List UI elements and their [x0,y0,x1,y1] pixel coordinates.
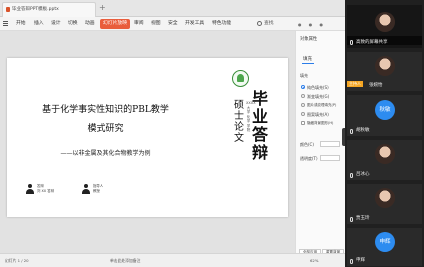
participant-avatar [375,188,395,208]
mic-icon [350,258,353,264]
participant-avatar [375,56,395,76]
menu-design[interactable]: 设计 [51,19,61,29]
fill-section-label[interactable]: 填充 [300,73,308,78]
window-controls-icon[interactable]: ● ● ● [298,22,326,27]
host-badge: 主持人 [347,81,363,87]
slide[interactable]: 基于化学事实性知识的PBL教学 模式研究 ——以非金属及其化合物教学为例 答辩 … [7,58,288,217]
slide-title: 基于化学事实性知识的PBL教学 模式研究 [7,104,204,136]
zoom-level[interactable]: 62% [310,258,318,263]
object-properties-panel: 对象属性 填充 填充 纯色填充(S) 渐变填充(G) 图片或纹理填充(P) 图案… [295,31,345,256]
color-picker[interactable] [320,141,340,147]
slide-counter: 幻灯片 1 / 20 [5,258,29,263]
slide-title-line-2: 模式研究 [87,124,124,134]
option-solid-fill[interactable]: 纯色填充(S) [307,85,329,90]
university-logo [232,70,249,87]
radio-gradient-fill[interactable] [301,94,305,98]
transparency-label: 透明度(T) [300,156,318,161]
defense-title: 毕业答辩 [251,89,268,162]
menu-insert[interactable]: 插入 [34,19,44,29]
radio-pattern-fill[interactable] [301,112,305,116]
menu-animation[interactable]: 动画 [85,19,95,29]
notes-placeholder[interactable]: 单击此处添加备注 [110,258,140,263]
document-tab-label: 毕业答辩PPT模板.pptx [12,7,59,12]
mic-icon [350,128,353,134]
menu-transition[interactable]: 切换 [68,19,78,29]
participant-avatar [375,144,395,164]
participant-name: 贾玉玲 [356,216,370,221]
thesis-type-title: 硕士论文 [234,100,244,144]
advisor-label: 指导人 [93,184,104,188]
document-tab[interactable]: 毕业答辩PPT模板.pptx [2,2,96,17]
meeting-sidebar: 高致的屏幕共享 主持人 张婉怡 秋敏 胡秋敏 吕冰心 贾玉玲 申辉 申辉 [345,0,424,267]
sharer-avatar [375,12,395,32]
participant-name: 张婉怡 [369,83,383,88]
active-tab-indicator [302,63,314,64]
color-label: 颜色(C) [300,142,314,147]
participant-tile[interactable]: 贾玉玲 [347,184,422,224]
option-gradient-fill[interactable]: 渐变填充(G) [307,94,329,99]
status-bar: 幻灯片 1 / 20 单击此处添加备注 62% [0,253,345,267]
radio-solid-fill[interactable] [301,85,305,89]
menu-slideshow[interactable]: 幻灯片放映 [100,19,130,29]
participant-avatar: 申辉 [375,232,395,252]
mic-icon [350,172,353,178]
search-icon[interactable] [257,21,262,26]
panel-tab-fill[interactable]: 填充 [303,56,312,62]
new-tab-icon[interactable]: + [99,3,106,13]
option-pattern-fill[interactable]: 图案填充(A) [307,112,329,117]
ribbon-menu: 开始 插入 设计 切换 动画 幻灯片放映 审阅 视图 安全 开发工具 特色功能 … [0,17,345,31]
participant-name: 胡秋敏 [356,128,370,133]
radio-picture-fill[interactable] [301,103,305,107]
option-hide-background[interactable]: 隐藏背景图形(H) [307,121,333,126]
slide-title-line-1: 基于化学事实性知识的PBL教学 [42,105,169,115]
menu-developer[interactable]: 开发工具 [185,19,204,29]
presentation-app: 毕业答辩PPT模板.pptx + 开始 插入 设计 切换 动画 幻灯片放映 审阅… [0,0,345,267]
presenter-name: 刘 XX 答辩 [37,189,54,193]
menu-view[interactable]: 视图 [151,19,161,29]
advisor-icon [82,184,90,194]
participant-avatar: 秋敏 [375,100,395,120]
menu-review[interactable]: 审阅 [134,19,144,29]
participant-tile[interactable]: 主持人 张婉怡 [347,52,422,91]
advisor-name: 教授 [93,189,100,193]
mic-icon [350,40,353,45]
option-picture-fill[interactable]: 图片或纹理填充(P) [307,103,336,108]
menu-features[interactable]: 特色功能 [212,19,231,29]
participant-name: 吕冰心 [356,172,370,177]
menu-home[interactable]: 开始 [16,19,26,29]
transparency-slider[interactable] [320,155,340,161]
slide-subtitle: ——以非金属及其化合物教学为例 [60,150,151,157]
main-menu-icon[interactable] [3,21,8,26]
panel-header: 对象属性 [300,37,318,42]
screen-share-label: 高致的屏幕共享 [356,40,388,45]
search-label[interactable]: 查找 [264,19,274,29]
participant-tile[interactable]: 申辉 申辉 [347,228,422,266]
screen-share-tile[interactable]: 高致的屏幕共享 [347,5,422,48]
checkbox-hide-background[interactable] [301,121,305,125]
ppt-file-icon [6,7,10,12]
participant-tile[interactable]: 吕冰心 [347,140,422,180]
mic-icon [350,216,353,222]
participant-name: 申辉 [356,258,365,263]
menu-security[interactable]: 安全 [168,19,178,29]
title-bar: 毕业答辩PPT模板.pptx + [0,0,345,17]
participant-tile[interactable]: 秋敏 胡秋敏 [347,95,422,136]
slide-canvas: 基于化学事实性知识的PBL教学 模式研究 ——以非金属及其化合物教学为例 答辩 … [0,31,295,253]
presenter-label: 答辩 [37,184,44,188]
presenter-icon [26,184,34,194]
